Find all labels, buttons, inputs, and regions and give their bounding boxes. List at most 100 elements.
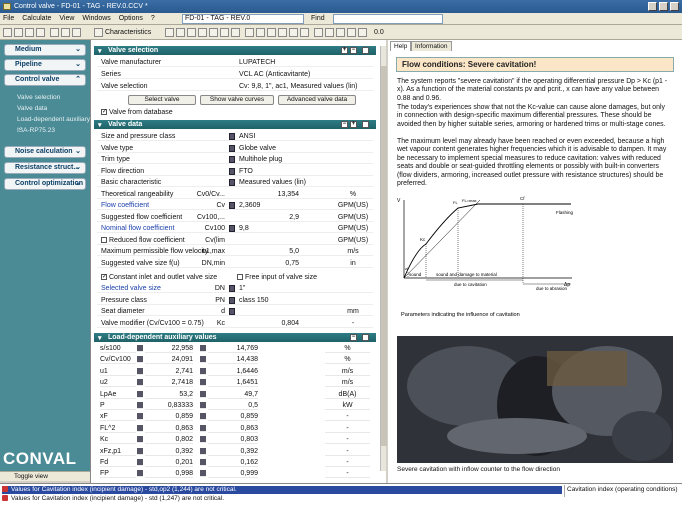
find-input[interactable] <box>333 14 443 24</box>
row-value[interactable]: 9,8 <box>239 224 249 233</box>
print-icon[interactable] <box>362 121 369 128</box>
row-value[interactable]: 2,9 <box>239 213 299 222</box>
view-2-icon[interactable] <box>289 28 298 37</box>
row-icon[interactable] <box>229 179 235 186</box>
row-icon[interactable] <box>229 225 235 232</box>
minus-icon[interactable]: − <box>341 121 348 128</box>
aux-icon[interactable] <box>200 470 206 478</box>
tool-12-icon[interactable] <box>325 28 334 37</box>
from-database-checkbox[interactable] <box>101 109 107 116</box>
collapse-icon[interactable]: ▾ <box>98 47 102 56</box>
sidebar-item-pipeline[interactable]: Pipeline ⌄ <box>4 59 86 71</box>
minimize-button[interactable] <box>648 2 657 11</box>
constant-io-checkbox[interactable] <box>101 274 107 281</box>
toggle-view-button[interactable]: Toggle view <box>0 471 90 481</box>
tool-9-icon[interactable] <box>256 28 265 37</box>
menu-help[interactable]: ? <box>148 13 158 25</box>
aux-icon[interactable] <box>200 447 206 455</box>
aux-icon[interactable] <box>200 379 206 387</box>
aux-icon[interactable] <box>137 367 143 375</box>
row-value[interactable]: 13,354 <box>239 190 299 199</box>
row-icon[interactable] <box>229 156 235 163</box>
copy-icon[interactable] <box>61 28 70 37</box>
scrollbar-thumb[interactable] <box>381 66 387 446</box>
tab-help[interactable]: Help <box>390 41 412 51</box>
manufacturer-field[interactable]: LUPATECH <box>239 58 275 67</box>
tool-4-icon[interactable] <box>198 28 207 37</box>
aux-icon[interactable] <box>200 424 206 432</box>
sidebar-item-optimization[interactable]: Control optimization ⌄ <box>4 178 86 190</box>
view-1-icon[interactable] <box>278 28 287 37</box>
open-icon[interactable] <box>14 28 23 37</box>
aux-icon[interactable] <box>200 367 206 375</box>
aux-values-header[interactable]: ▾ Load-dependent auxiliary values − <box>94 333 376 342</box>
advanced-valve-data-button[interactable]: Advanced valve data <box>278 95 356 105</box>
row-value[interactable]: 1" <box>239 284 245 293</box>
document-selector[interactable]: FD-01 - TAG - REV.0 <box>182 14 304 24</box>
row-value[interactable]: class 150 <box>239 296 269 305</box>
tool-6-icon[interactable] <box>220 28 229 37</box>
minus-icon[interactable]: − <box>350 47 357 54</box>
tool-8-icon[interactable] <box>245 28 254 37</box>
characteristics-button[interactable]: Characteristics <box>105 28 151 37</box>
row-value[interactable]: 0,804 <box>239 319 299 328</box>
tool-3-icon[interactable] <box>187 28 196 37</box>
row-icon[interactable] <box>229 167 235 175</box>
valve-data-header[interactable]: ▾ Valve data − + <box>94 120 376 129</box>
aux-icon[interactable] <box>137 402 143 409</box>
new-icon[interactable] <box>3 28 12 37</box>
aux-icon[interactable] <box>137 345 143 352</box>
print-icon[interactable] <box>362 334 369 341</box>
sidebar-item-noise[interactable]: Noise calculation ⌄ <box>4 146 86 158</box>
reduced-cv-checkbox[interactable] <box>101 236 107 243</box>
row-icon[interactable] <box>229 133 235 140</box>
main-scrollbar[interactable] <box>380 46 387 471</box>
menu-windows[interactable]: Windows <box>79 13 113 25</box>
row-value[interactable]: 5,0 <box>239 247 299 256</box>
aux-icon[interactable] <box>137 436 143 444</box>
menu-options[interactable]: Options <box>116 13 146 25</box>
view-3-icon[interactable] <box>300 28 309 37</box>
tool-11-icon[interactable] <box>314 28 323 37</box>
cut-icon[interactable] <box>50 28 59 37</box>
add-icon[interactable]: + <box>341 47 348 54</box>
aux-icon[interactable] <box>200 413 206 421</box>
aux-icon[interactable] <box>200 390 206 398</box>
message-row[interactable]: Values for Cavitation index (incipient d… <box>2 495 224 503</box>
aux-icon[interactable] <box>200 345 206 352</box>
select-valve-button[interactable]: Select valve <box>128 95 196 105</box>
menu-file[interactable]: File <box>0 13 17 25</box>
save-icon[interactable] <box>25 28 34 37</box>
aux-icon[interactable] <box>137 379 143 387</box>
tool-10-icon[interactable] <box>267 28 276 37</box>
sidebar-item-control-valve[interactable]: Control valve ⌃ <box>4 74 86 86</box>
show-valve-curves-button[interactable]: Show valve curves <box>200 95 274 105</box>
row-icon[interactable] <box>229 308 235 315</box>
tool-5-icon[interactable] <box>209 28 218 37</box>
aux-icon[interactable] <box>200 356 206 364</box>
menu-view[interactable]: View <box>56 13 77 25</box>
print-icon[interactable] <box>362 47 369 54</box>
row-value[interactable]: Measured values (lin) <box>239 178 306 187</box>
row-value[interactable]: 2,3609 <box>239 201 260 210</box>
sidebar-sub-valve-data[interactable]: Valve data <box>17 105 47 113</box>
aux-icon[interactable] <box>137 447 143 455</box>
tool-15-icon[interactable] <box>358 28 367 37</box>
row-value[interactable]: Globe valve <box>239 144 276 153</box>
add-icon[interactable]: + <box>350 121 357 128</box>
tool-13-icon[interactable] <box>336 28 345 37</box>
aux-icon[interactable] <box>137 356 143 364</box>
series-field[interactable]: VCL AC (Anticavitante) <box>239 70 310 79</box>
aux-icon[interactable] <box>137 470 143 478</box>
close-button[interactable] <box>670 2 679 11</box>
paste-icon[interactable] <box>72 28 81 37</box>
row-value[interactable]: FTO <box>239 167 253 176</box>
row-value[interactable]: Multihole plug <box>239 155 282 164</box>
valve-selection-dropdown[interactable]: Cv: 9,8, 1", ac1, Measured values (lin) <box>239 82 357 91</box>
tool-7-icon[interactable] <box>231 28 240 37</box>
menu-calculate[interactable]: Calculate <box>19 13 54 25</box>
zoom-value[interactable]: 0.0 <box>374 28 384 37</box>
row-value[interactable]: ANSI <box>239 132 255 141</box>
collapse-icon[interactable]: ▾ <box>98 334 102 343</box>
row-icon[interactable] <box>229 285 235 292</box>
